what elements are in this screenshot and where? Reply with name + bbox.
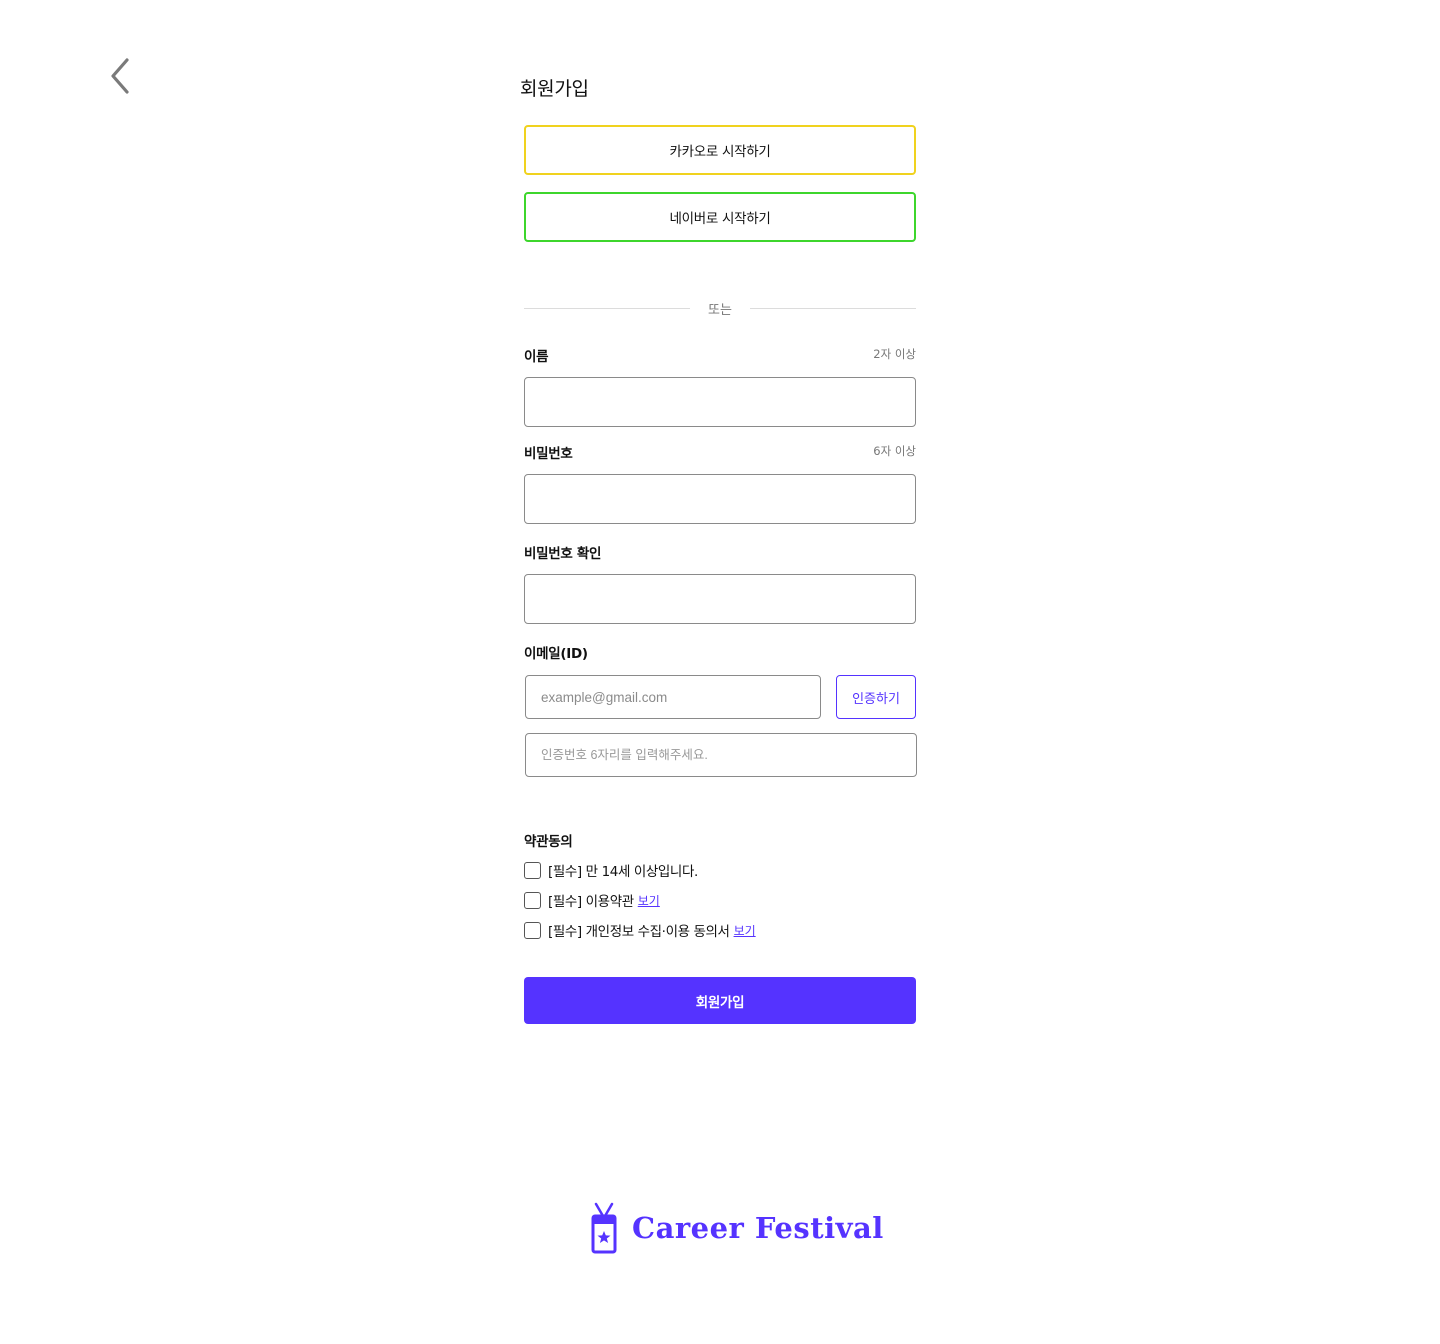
page-title: 회원가입: [520, 78, 589, 100]
divider-line: [750, 307, 916, 309]
or-divider: 또는: [524, 298, 916, 318]
id-badge-star-icon: [591, 1202, 617, 1254]
terms-item-service: [필수] 이용약관 보기: [524, 890, 660, 910]
password-confirm-label: 비밀번호 확인: [524, 546, 602, 562]
name-hint: 2자 이상: [873, 347, 916, 361]
name-label: 이름: [524, 349, 549, 365]
signup-submit-button[interactable]: 회원가입: [524, 977, 916, 1024]
naver-login-button[interactable]: 네이버로 시작하기: [524, 192, 916, 242]
terms-item-label: [필수] 만 14세 이상입니다.: [548, 864, 698, 880]
back-button[interactable]: [104, 56, 136, 96]
password-input[interactable]: [524, 474, 916, 524]
age-checkbox[interactable]: [524, 861, 541, 879]
password-label: 비밀번호: [524, 446, 573, 462]
divider-text: 또는: [708, 302, 732, 318]
terms-title: 약관동의: [524, 834, 573, 850]
view-privacy-terms-link[interactable]: 보기: [734, 922, 756, 939]
divider-line: [524, 307, 690, 309]
verify-button[interactable]: 인증하기: [836, 675, 916, 719]
verification-code-input[interactable]: [525, 733, 917, 777]
privacy-consent-checkbox[interactable]: [524, 921, 541, 939]
name-input[interactable]: [524, 377, 916, 427]
brand-name: Career Festival: [632, 1211, 884, 1245]
brand-logo: Career Festival: [590, 1200, 884, 1256]
terms-item-age: [필수] 만 14세 이상입니다.: [524, 860, 698, 880]
password-hint: 6자 이상: [873, 444, 916, 458]
email-input[interactable]: [525, 675, 821, 719]
terms-item-label: [필수] 개인정보 수집·이용 동의서: [548, 924, 730, 940]
email-label: 이메일(ID): [524, 646, 588, 662]
view-service-terms-link[interactable]: 보기: [638, 892, 660, 909]
signup-page: 회원가입 카카오로 시작하기 네이버로 시작하기 또는 이름 2자 이상 비밀번…: [0, 0, 1440, 1344]
terms-item-privacy: [필수] 개인정보 수집·이용 동의서 보기: [524, 920, 756, 940]
kakao-login-button[interactable]: 카카오로 시작하기: [524, 125, 916, 175]
chevron-left-icon: [111, 58, 129, 94]
service-terms-checkbox[interactable]: [524, 891, 541, 909]
password-confirm-input[interactable]: [524, 574, 916, 624]
terms-item-label: [필수] 이용약관: [548, 894, 634, 910]
